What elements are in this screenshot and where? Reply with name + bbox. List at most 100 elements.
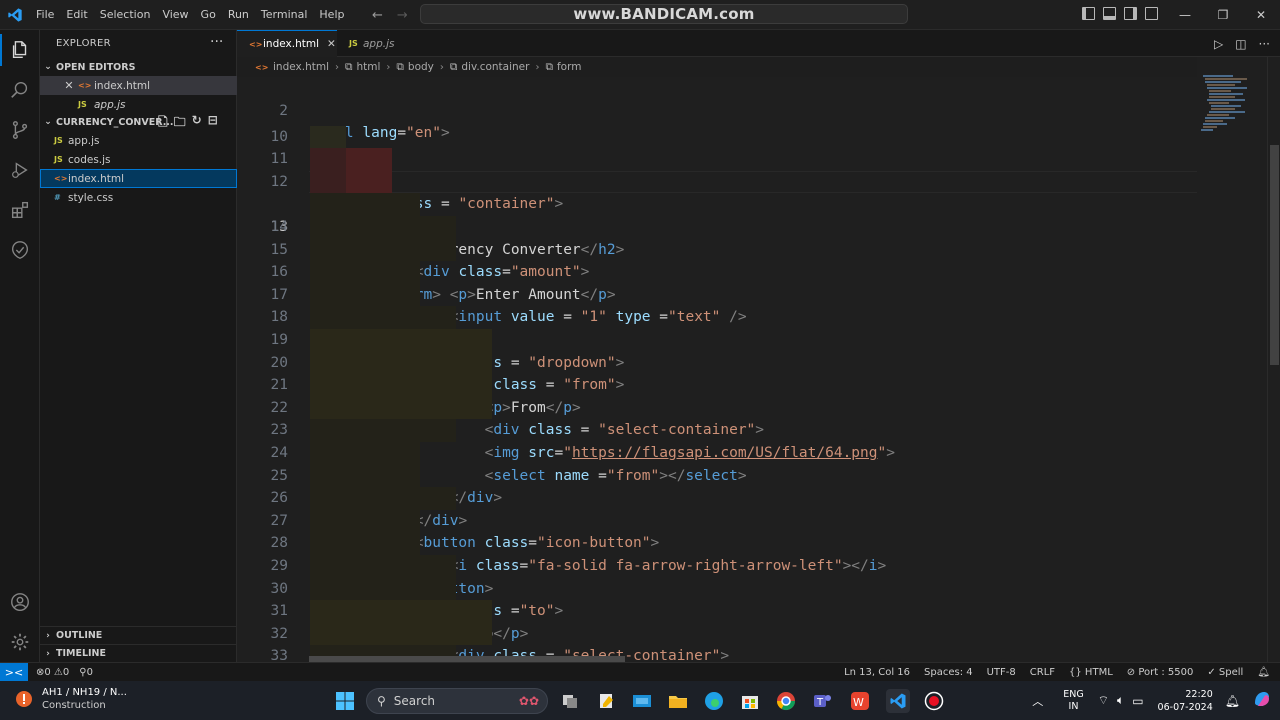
menu-terminal[interactable]: Terminal (255, 0, 314, 30)
menu-file[interactable]: File (30, 0, 60, 30)
encoding[interactable]: UTF-8 (987, 667, 1016, 678)
app-icon-blue[interactable] (630, 689, 654, 713)
menu-help[interactable]: Help (313, 0, 350, 30)
breadcrumb-html[interactable]: html (356, 61, 380, 73)
menu-run[interactable]: Run (222, 0, 255, 30)
copilot-icon[interactable] (1252, 689, 1272, 712)
accounts-icon[interactable] (0, 582, 40, 622)
menu-selection[interactable]: Selection (94, 0, 157, 30)
code-line: 19 <div class = "from"> (237, 306, 1197, 393)
code-line: 20 <p>From</p> (237, 329, 1197, 416)
file-item[interactable]: JS app.js (40, 131, 237, 150)
forward-arrow-icon[interactable]: → (397, 8, 408, 23)
windows-taskbar: AH1 / NH19 / N... Construction ⚲ Search … (0, 681, 1280, 720)
end-of-line[interactable]: CRLF (1030, 667, 1055, 678)
code-line: 2 <html lang="en"> (237, 77, 1197, 142)
edge-browser-icon[interactable] (702, 689, 726, 713)
teams-icon[interactable]: T (810, 689, 834, 713)
notification-bell-icon[interactable]: 🔔︎ (1225, 694, 1240, 708)
close-tab-icon[interactable]: ✕ (327, 38, 336, 50)
back-arrow-icon[interactable]: ← (372, 8, 383, 23)
code-line: 22 <img src="https://flagsapi.com/US/fla… (237, 374, 1197, 461)
menu-edit[interactable]: Edit (60, 0, 93, 30)
extensions-icon[interactable] (0, 190, 40, 230)
open-editor-name: index.html (94, 79, 150, 92)
more-actions-icon[interactable]: ··· (1259, 37, 1270, 51)
system-tray: ︿ ENG IN ⌔ 🔈︎ ▭ 22:20 06-07-2024 🔔︎ (1032, 681, 1280, 720)
open-editor-item[interactable]: ✕ <> index.html (40, 76, 237, 95)
wps-office-icon[interactable]: W (848, 689, 872, 713)
chrome-browser-icon[interactable] (774, 689, 798, 713)
open-editors-header[interactable]: ⌄ OPEN EDITORS (40, 58, 237, 76)
explorer-icon[interactable] (0, 30, 40, 70)
file-item-selected[interactable]: <> index.html (40, 169, 237, 188)
element-icon: ⧉ (545, 60, 553, 73)
outline-header[interactable]: › OUTLINE (40, 626, 237, 644)
menu-view[interactable]: View (156, 0, 194, 30)
customize-layout-icon[interactable] (1145, 7, 1158, 20)
remote-indicator-icon[interactable]: >< (0, 662, 28, 682)
remote-explorer-icon[interactable] (0, 230, 40, 270)
toggle-primary-sidebar-icon[interactable] (1082, 7, 1095, 20)
minimize-icon[interactable]: — (1166, 0, 1204, 30)
ports-count[interactable]: ⚲0 (79, 667, 93, 678)
close-window-icon[interactable]: ✕ (1242, 0, 1280, 30)
wifi-icon[interactable]: ⌔ (1098, 693, 1109, 708)
split-editor-icon[interactable]: ◫ (1235, 37, 1246, 51)
live-server-port[interactable]: ⊘ Port : 5500 (1127, 667, 1194, 678)
vscode-taskbar-icon[interactable] (886, 689, 910, 713)
scrollbar-thumb[interactable] (1270, 145, 1279, 365)
file-item[interactable]: # style.css (40, 188, 237, 207)
breadcrumb-body[interactable]: body (408, 61, 434, 73)
windows-start-icon[interactable] (333, 689, 357, 713)
run-debug-icon[interactable] (0, 150, 40, 190)
notifications-bell-icon[interactable]: 🔔︎ (1257, 667, 1270, 678)
problems-count[interactable]: ⊗0 ⚠0 (36, 667, 69, 678)
close-editor-icon[interactable]: ✕ (62, 79, 76, 92)
more-actions-icon[interactable]: ··· (210, 34, 223, 50)
breadcrumb-file[interactable]: index.html (273, 61, 329, 73)
code-line: 32 <img src="https://flagsapi.com/IN/fla… (237, 600, 1197, 642)
indentation[interactable]: Spaces: 4 (924, 667, 973, 678)
command-center[interactable]: www.BANDICAM.com (420, 4, 908, 24)
toggle-panel-icon[interactable] (1103, 7, 1116, 20)
notepad-icon[interactable] (594, 689, 618, 713)
input-language[interactable]: ENG IN (1063, 689, 1083, 713)
toggle-secondary-sidebar-icon[interactable] (1124, 7, 1137, 20)
cursor-position[interactable]: Ln 13, Col 16 (844, 667, 910, 678)
battery-icon[interactable]: ▭ (1132, 694, 1143, 708)
tab-index-html[interactable]: <> index.html ✕ (237, 30, 337, 57)
microsoft-store-icon[interactable] (738, 689, 762, 713)
vscode-logo-icon (0, 0, 30, 30)
weather-widget[interactable]: AH1 / NH19 / N... Construction (14, 686, 127, 712)
maximize-icon[interactable]: ❐ (1204, 0, 1242, 30)
taskbar-search[interactable]: ⚲ Search ✿✿ (366, 688, 548, 714)
menu-go[interactable]: Go (195, 0, 222, 30)
task-view-icon[interactable] (558, 689, 582, 713)
run-file-icon[interactable]: ▷ (1214, 37, 1223, 51)
language-mode[interactable]: {} HTML (1069, 667, 1113, 678)
volume-icon[interactable]: 🔈︎ (1117, 693, 1124, 708)
breadcrumb-div-container[interactable]: div.container (461, 61, 529, 73)
chevron-up-icon[interactable]: ︿ (1032, 693, 1043, 709)
folder-header[interactable]: ⌄ CURRENCY_CONVER... 🗋 🗀 ↻ ⊟ (40, 113, 237, 131)
file-item[interactable]: JS codes.js (40, 150, 237, 169)
spell-check[interactable]: ✓ Spell (1207, 667, 1243, 678)
timeline-header[interactable]: › TIMELINE (40, 644, 237, 662)
code-editor[interactable]: 2 <html lang="en"> 10 <body> 11 <div cla… (237, 77, 1197, 662)
element-icon: ⧉ (449, 60, 458, 73)
code-line: 31 <div class = "select-container"> (237, 577, 1197, 662)
code-line: 26 <button class="icon-button"> (237, 464, 1197, 551)
clock[interactable]: 22:20 06-07-2024 (1158, 688, 1213, 714)
open-editor-item[interactable]: JS app.js (40, 95, 237, 114)
source-control-icon[interactable] (0, 110, 40, 150)
tab-app-js[interactable]: JS app.js (337, 30, 435, 57)
chevron-right-icon: › (334, 61, 339, 73)
vertical-scrollbar[interactable] (1267, 57, 1280, 662)
search-icon[interactable] (0, 70, 40, 110)
breadcrumb-form[interactable]: form (557, 61, 581, 73)
bandicam-record-icon[interactable] (922, 689, 946, 713)
settings-gear-icon[interactable] (0, 622, 40, 662)
minimap[interactable] (1197, 57, 1267, 662)
file-explorer-icon[interactable] (666, 689, 690, 713)
